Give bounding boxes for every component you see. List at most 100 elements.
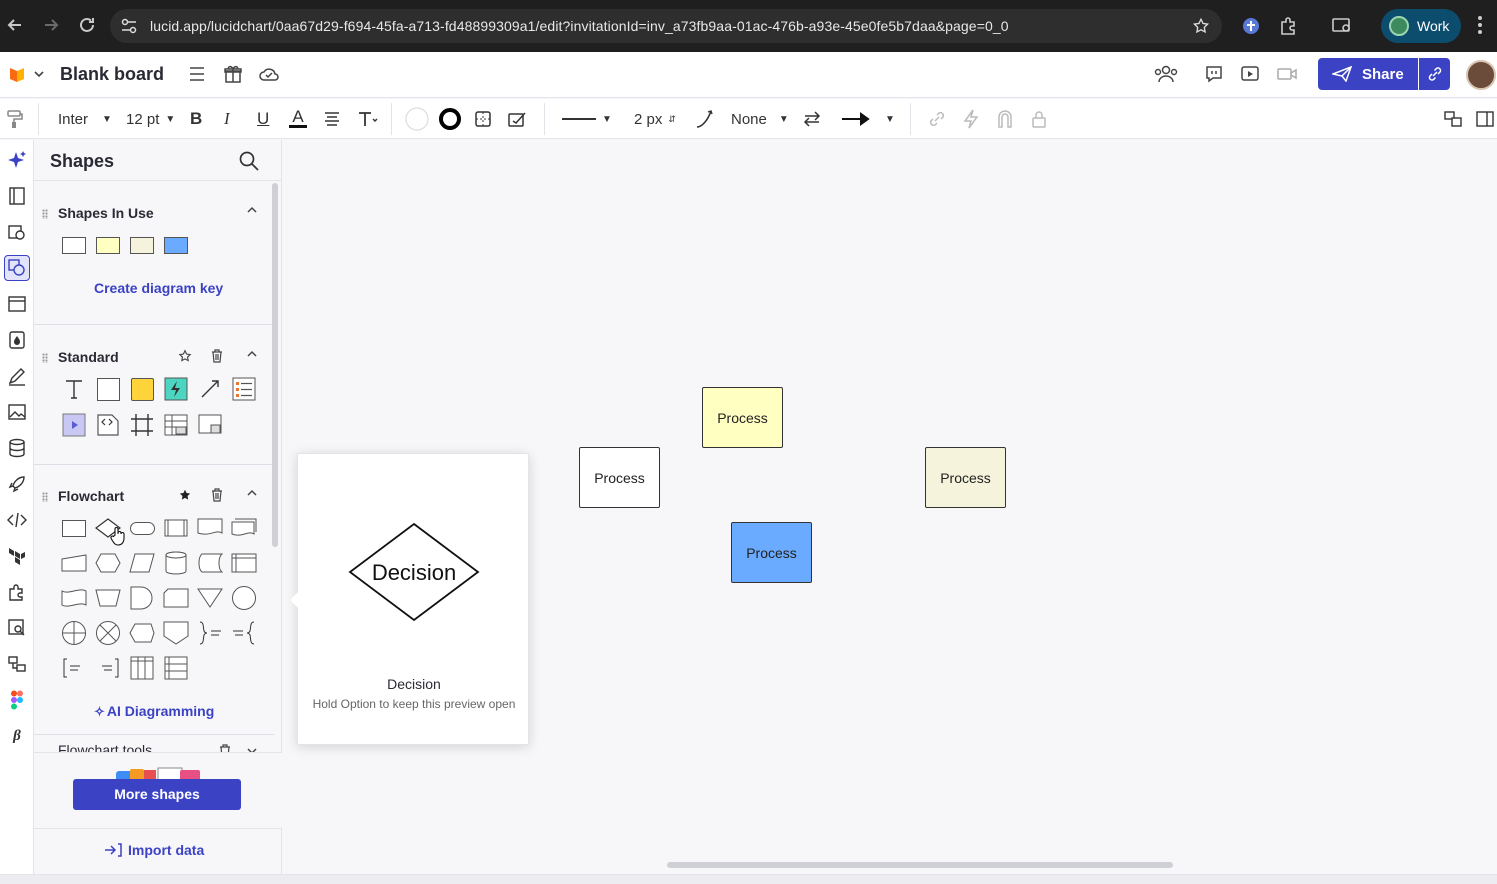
lucid-logo-icon[interactable] (7, 65, 27, 85)
extension-icon[interactable] (1241, 16, 1261, 36)
shape-rectangle-blue[interactable] (162, 231, 190, 259)
beta-icon[interactable]: β (4, 723, 30, 749)
predefined-process-icon[interactable] (162, 514, 190, 542)
terminator-shape-icon[interactable] (128, 514, 156, 542)
process-shape[interactable]: Process (579, 447, 660, 508)
forward-icon[interactable] (40, 14, 62, 36)
layout-icon[interactable] (4, 651, 30, 677)
user-avatar[interactable] (1466, 60, 1496, 90)
search-icon[interactable] (238, 150, 260, 172)
ai-sparkle-icon[interactable] (4, 147, 30, 173)
font-color-button[interactable]: A (289, 107, 307, 131)
present-icon[interactable] (1240, 64, 1260, 84)
back-icon[interactable] (4, 14, 26, 36)
draw-pen-icon[interactable] (4, 363, 30, 389)
profile-button[interactable]: Work (1381, 9, 1461, 43)
gift-icon[interactable] (223, 64, 243, 84)
ai-diagramming-link[interactable]: ✧ AI Diagramming (94, 703, 214, 720)
list-shape-icon[interactable] (230, 375, 258, 403)
line-width-select[interactable]: 2 px ⇵ (634, 107, 676, 131)
puzzle-extensions-icon[interactable] (1278, 16, 1298, 36)
reload-icon[interactable] (76, 14, 98, 36)
favorite-star-filled-icon[interactable] (178, 488, 192, 502)
canvas-horizontal-scrollbar[interactable] (667, 862, 1173, 868)
url-text[interactable]: lucid.app/lucidchart/0aa67d29-f694-45fa-… (150, 18, 1009, 34)
fill-color-icon[interactable] (404, 107, 430, 131)
shape-rectangle-yellow[interactable] (94, 231, 122, 259)
create-diagram-key-link[interactable]: Create diagram key (94, 280, 223, 296)
collapse-chevron-icon[interactable] (246, 349, 258, 359)
font-size-select[interactable]: 12 pt ▼ (126, 107, 175, 131)
table-shape-icon[interactable] (162, 411, 190, 439)
annotation-brace-left-icon[interactable] (230, 619, 258, 647)
trash-icon[interactable] (211, 488, 223, 502)
display-shape-icon[interactable] (128, 619, 156, 647)
collaborators-icon[interactable] (1153, 64, 1179, 84)
bookmark-star-icon[interactable] (1192, 17, 1210, 35)
delay-shape-icon[interactable] (128, 584, 156, 612)
underline-button[interactable]: U (257, 107, 269, 131)
process-shape[interactable]: Process (702, 387, 783, 448)
text-align-icon[interactable] (323, 107, 341, 131)
bold-button[interactable]: B (190, 107, 202, 131)
more-shapes-button[interactable]: More shapes (73, 779, 241, 810)
site-settings-icon[interactable] (120, 18, 138, 34)
container-shape-icon[interactable] (196, 411, 224, 439)
line-style-select[interactable]: ▼ (562, 107, 612, 131)
process-shape[interactable]: Process (731, 522, 812, 583)
swimlane-horizontal-icon[interactable] (162, 654, 190, 682)
or-shape-icon[interactable] (60, 619, 88, 647)
text-shape-icon[interactable] (60, 375, 88, 403)
templates-icon[interactable] (4, 219, 30, 245)
section-flowchart[interactable]: Flowchart (34, 486, 274, 508)
copy-link-icon[interactable] (1418, 58, 1450, 90)
paper-tape-icon[interactable] (60, 584, 88, 612)
drag-handle-icon[interactable] (42, 209, 48, 219)
lock-icon[interactable] (1030, 107, 1048, 131)
shape-rectangle-cream[interactable] (128, 231, 156, 259)
share-button[interactable]: Share (1318, 58, 1450, 90)
shapes-panel-scrollbar[interactable] (272, 183, 278, 547)
manual-operation-icon[interactable] (94, 584, 122, 612)
pages-icon[interactable] (4, 183, 30, 209)
layers-panel-icon[interactable] (1443, 107, 1463, 131)
action-shape-icon[interactable] (162, 375, 190, 403)
preparation-shape-icon[interactable] (94, 549, 122, 577)
magnet-icon[interactable] (996, 107, 1014, 131)
frames-icon[interactable] (4, 291, 30, 317)
stored-data-icon[interactable] (196, 549, 224, 577)
shape-rectangle-white[interactable] (60, 231, 88, 259)
merge-triangle-icon[interactable] (196, 584, 224, 612)
link-icon[interactable] (927, 107, 947, 131)
embed-code-icon[interactable] (94, 411, 122, 439)
actions-lightning-icon[interactable] (962, 107, 980, 131)
arrow-end-select[interactable]: ▼ (841, 107, 895, 131)
annotation-brace-right-icon[interactable] (196, 619, 224, 647)
data-fill-icon[interactable] (4, 327, 30, 353)
cast-tab-icon[interactable] (1331, 16, 1353, 36)
text-options-icon[interactable] (357, 107, 379, 131)
database-icon[interactable] (4, 435, 30, 461)
swimlane-vertical-icon[interactable] (128, 654, 156, 682)
favorite-star-icon[interactable] (178, 349, 192, 363)
annotation-bracket-right-icon[interactable] (94, 654, 122, 682)
italic-button[interactable]: I (224, 107, 230, 131)
comments-icon[interactable] (1204, 64, 1224, 84)
browser-menu-icon[interactable] (1477, 15, 1483, 35)
line-arrow-icon[interactable] (196, 375, 224, 403)
line-shape-icon[interactable] (694, 107, 716, 131)
shapes-tab-icon[interactable] (4, 255, 30, 281)
process-shape-icon[interactable] (60, 514, 88, 542)
process-shape[interactable]: Process (925, 447, 1006, 508)
style-presets-icon[interactable] (507, 107, 529, 131)
swap-arrows-icon[interactable] (802, 107, 822, 131)
code-icon[interactable] (4, 507, 30, 533)
line-color-icon[interactable] (437, 107, 463, 131)
summing-junction-icon[interactable] (94, 619, 122, 647)
menu-list-icon[interactable] (188, 66, 206, 82)
data-parallelogram-icon[interactable] (128, 549, 156, 577)
database-shape-icon[interactable] (162, 549, 190, 577)
arrow-start-select[interactable]: None ▼ (731, 107, 789, 131)
address-bar[interactable]: lucid.app/lucidchart/0aa67d29-f694-45fa-… (110, 9, 1222, 43)
right-panel-toggle-icon[interactable] (1475, 107, 1495, 131)
